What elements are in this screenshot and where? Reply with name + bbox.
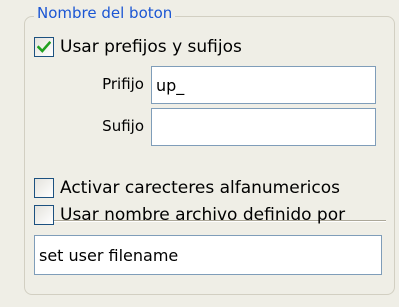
use-prefix-suffix-checkbox-row[interactable]: Usar prefijos y sufijos [34,35,242,59]
groupbox-title: Nombre del boton [34,4,176,22]
user-filename-checkbox[interactable] [34,205,54,225]
use-prefix-suffix-label: Usar prefijos y sufijos [60,37,242,57]
checkmark-icon [37,40,51,53]
user-filename-input[interactable] [34,235,382,275]
alphanumeric-label: Activar carecteres alfanumericos [60,178,341,198]
suffix-label: Sufijo [102,117,144,135]
suffix-input[interactable] [151,108,376,146]
user-filename-checkbox-row[interactable]: Usar nombre archivo definido por [34,203,345,227]
use-prefix-suffix-checkbox[interactable] [34,37,54,57]
prefix-label: Prifijo [102,75,144,93]
prefix-input[interactable] [151,66,376,104]
user-filename-label: Usar nombre archivo definido por [60,205,346,225]
alphanumeric-checkbox[interactable] [34,178,54,198]
options-panel: Nombre del boton Usar prefijos y sufijos… [0,0,399,307]
alphanumeric-checkbox-row[interactable]: Activar carecteres alfanumericos [34,176,340,200]
